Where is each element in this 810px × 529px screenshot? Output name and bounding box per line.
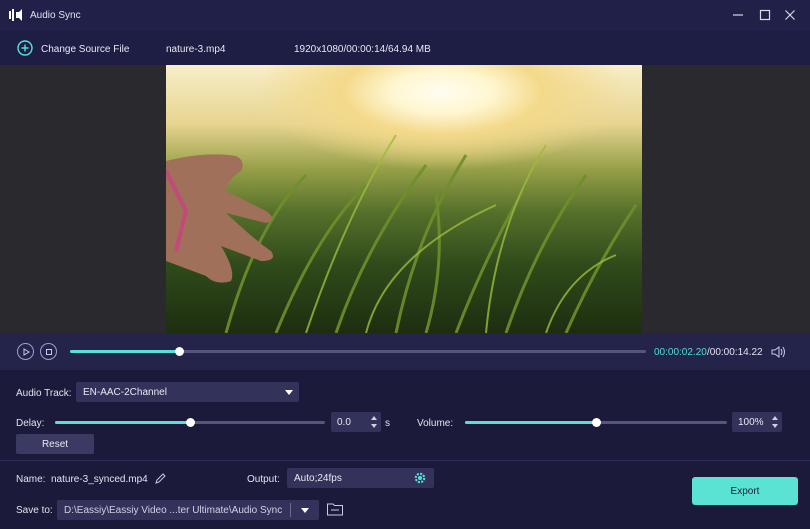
stop-icon	[45, 348, 52, 355]
minimize-icon	[733, 14, 743, 16]
delay-stepper[interactable]: 0.0	[331, 412, 381, 432]
export-button[interactable]: Export	[692, 477, 798, 505]
volume-slider-fill	[465, 421, 596, 424]
playback-progress-fill	[70, 350, 180, 353]
delay-slider-handle[interactable]	[186, 418, 195, 427]
audio-track-select[interactable]: EN-AAC-2Channel	[76, 382, 299, 402]
playback-progress-track[interactable]	[70, 347, 646, 356]
volume-label: Volume:	[417, 418, 454, 429]
output-file-name: nature-3_synced.mp4	[51, 474, 148, 485]
output-label: Output:	[247, 474, 280, 485]
gear-icon[interactable]	[413, 471, 427, 485]
name-label: Name:	[16, 474, 46, 485]
stepper-down-icon[interactable]	[772, 424, 778, 428]
audio-sync-window: Audio Sync Change Source File nature-3.m…	[0, 0, 810, 529]
play-icon	[23, 347, 30, 356]
close-button[interactable]	[780, 6, 800, 24]
stepper-up-icon[interactable]	[772, 416, 778, 420]
chevron-down-icon	[285, 390, 293, 395]
volume-stepper[interactable]: 100%	[732, 412, 782, 432]
source-bar: Change Source File nature-3.mp4 1920x108…	[0, 31, 810, 65]
play-button[interactable]	[17, 343, 34, 360]
add-circle-icon[interactable]	[17, 40, 33, 56]
audio-track-label: Audio Track:	[16, 388, 72, 399]
output-format-value: Auto;24fps	[294, 473, 342, 484]
divider	[0, 460, 810, 461]
delay-slider[interactable]	[55, 418, 325, 427]
speaker-icon[interactable]	[771, 345, 787, 359]
reset-button[interactable]: Reset	[16, 434, 94, 454]
preview-area	[0, 65, 810, 333]
audio-sync-app-icon	[9, 9, 22, 21]
minimize-button[interactable]	[728, 6, 748, 24]
divider	[290, 503, 291, 517]
stepper-up-icon[interactable]	[371, 416, 377, 420]
delay-unit: s	[385, 418, 390, 429]
folder-icon[interactable]	[326, 501, 344, 517]
maximize-button[interactable]	[755, 6, 775, 24]
close-icon	[785, 10, 795, 20]
playback-progress-handle[interactable]	[175, 347, 185, 356]
audio-track-value: EN-AAC-2Channel	[83, 387, 167, 398]
source-file-name: nature-3.mp4	[166, 44, 226, 55]
maximize-icon	[759, 9, 771, 21]
delay-slider-fill	[55, 421, 190, 424]
delay-value: 0.0	[337, 417, 351, 428]
stop-button[interactable]	[40, 343, 57, 360]
save-path-value: D:\Eassiy\Eassiy Video ...ter Ultimate\A…	[64, 505, 283, 516]
hand-illustration	[166, 154, 274, 283]
volume-slider[interactable]	[465, 418, 727, 427]
playback-bar: 00:00:02.20 /00:00:14.22	[0, 333, 810, 370]
volume-value: 100%	[738, 417, 764, 428]
change-source-file-button[interactable]: Change Source File	[41, 44, 129, 55]
total-time: /00:00:14.22	[707, 347, 763, 358]
title-bar: Audio Sync	[0, 0, 810, 31]
volume-slider-handle[interactable]	[592, 418, 601, 427]
save-to-label: Save to:	[16, 505, 53, 516]
video-preview	[166, 65, 642, 333]
save-path-select[interactable]: D:\Eassiy\Eassiy Video ...ter Ultimate\A…	[57, 500, 319, 520]
current-time: 00:00:02.20	[654, 347, 707, 358]
edit-pencil-icon[interactable]	[154, 472, 167, 485]
stepper-down-icon[interactable]	[371, 424, 377, 428]
output-format-field[interactable]: Auto;24fps	[287, 468, 434, 488]
delay-label: Delay:	[16, 418, 45, 429]
chevron-down-icon[interactable]	[301, 508, 309, 513]
source-file-info: 1920x1080/00:00:14/64.94 MB	[294, 44, 431, 55]
window-title: Audio Sync	[30, 10, 81, 21]
